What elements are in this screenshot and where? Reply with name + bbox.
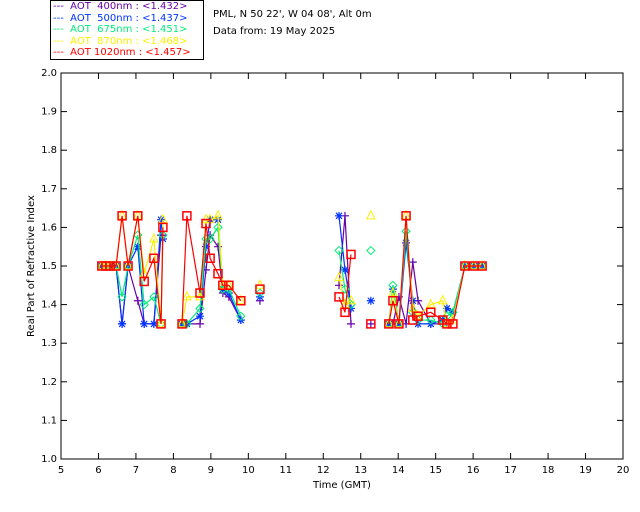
x-tick-label: 6 xyxy=(95,465,101,476)
data-point xyxy=(140,319,149,328)
data-point xyxy=(366,319,375,328)
x-axis-label: Time (GMT) xyxy=(312,480,371,491)
y-tick-label: 1.8 xyxy=(41,145,57,156)
series-3 xyxy=(97,209,487,328)
y-tick-label: 1.9 xyxy=(41,107,57,118)
data-point xyxy=(255,279,265,289)
x-tick-label: 13 xyxy=(354,465,367,476)
x-tick-label: 18 xyxy=(542,465,555,476)
x-tick-label: 8 xyxy=(170,465,176,476)
series-line xyxy=(182,233,242,325)
y-tick-label: 1.3 xyxy=(41,338,57,349)
x-tick-label: 9 xyxy=(208,465,214,476)
plot-area: 5 6 7 8 9 10 11 12 13 14 15 16 17 18 19 20 1.0 1.1 1.2 1.3 1… xyxy=(26,68,630,491)
y-tick-label: 1.0 xyxy=(41,454,57,465)
x-tick-label: 11 xyxy=(279,465,292,476)
data-point xyxy=(196,312,205,321)
x-tick-label: 14 xyxy=(392,465,405,476)
x-tick-label: 17 xyxy=(504,465,517,476)
x-tick-label: 7 xyxy=(133,465,139,476)
data-point xyxy=(335,211,344,220)
chart-figure: --- AOT 400nm : <1.432> --- AOT 500nm : … xyxy=(0,0,640,512)
y-tick-label: 2.0 xyxy=(41,68,57,79)
data-point xyxy=(402,238,411,247)
y-tick-label: 1.6 xyxy=(41,222,57,233)
x-tick-label: 16 xyxy=(467,465,480,476)
x-tick-label: 12 xyxy=(317,465,330,476)
x-tick-label: 20 xyxy=(617,465,630,476)
x-tick-label: 19 xyxy=(579,465,592,476)
data-point xyxy=(196,319,205,328)
series-line xyxy=(181,214,242,325)
y-tick-label: 1.4 xyxy=(41,300,57,311)
data-point xyxy=(366,245,376,256)
y-axis-label: Real Part of Refractive Index xyxy=(26,195,37,337)
y-tick-label: 1.7 xyxy=(41,184,57,195)
data-point xyxy=(118,319,127,328)
series-line xyxy=(181,215,242,324)
x-tick-label: 5 xyxy=(58,465,64,476)
data-point xyxy=(346,319,355,328)
y-tick-label: 1.2 xyxy=(41,377,57,388)
x-tick-label: 10 xyxy=(242,465,255,476)
series-line xyxy=(101,234,163,325)
y-tick-label: 1.1 xyxy=(41,415,57,426)
y-tick-label: 1.5 xyxy=(41,261,57,272)
data-point xyxy=(366,209,376,220)
data-point xyxy=(366,296,375,305)
x-tick-label: 15 xyxy=(429,465,442,476)
